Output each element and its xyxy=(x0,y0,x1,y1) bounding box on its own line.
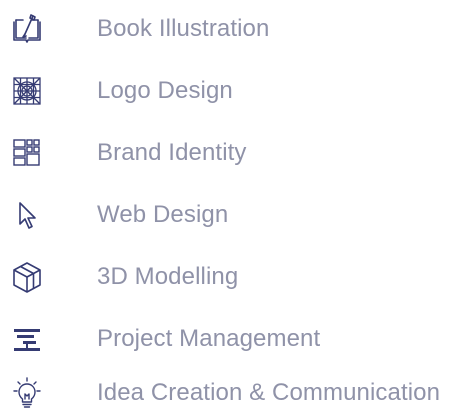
service-label: Project Management xyxy=(97,325,321,352)
service-label: 3D Modelling xyxy=(97,263,239,290)
cube-icon xyxy=(10,260,44,294)
service-web-design: Web Design xyxy=(0,195,459,235)
service-label: Book Illustration xyxy=(97,15,270,42)
service-label: Web Design xyxy=(97,201,229,228)
service-label: Brand Identity xyxy=(97,139,247,166)
logo-grid-icon xyxy=(10,74,44,108)
service-brand-identity: Brand Identity xyxy=(0,133,459,173)
service-book-illustration: Book Illustration xyxy=(0,9,459,49)
service-3d-modelling: 3D Modelling xyxy=(0,257,459,297)
timeline-bars-icon xyxy=(10,322,44,356)
service-project-management: Project Management xyxy=(0,319,459,359)
service-logo-design: Logo Design xyxy=(0,71,459,111)
services-list: Book Illustration Logo Design Brand Iden… xyxy=(0,0,459,416)
book-brush-icon xyxy=(10,12,44,46)
lightbulb-icon xyxy=(10,376,44,410)
cursor-icon xyxy=(10,198,44,232)
service-label: Logo Design xyxy=(97,77,233,104)
service-label: Idea Creation & Communication xyxy=(97,379,441,406)
service-idea-creation: Idea Creation & Communication xyxy=(0,373,459,413)
layout-blocks-icon xyxy=(10,136,44,170)
